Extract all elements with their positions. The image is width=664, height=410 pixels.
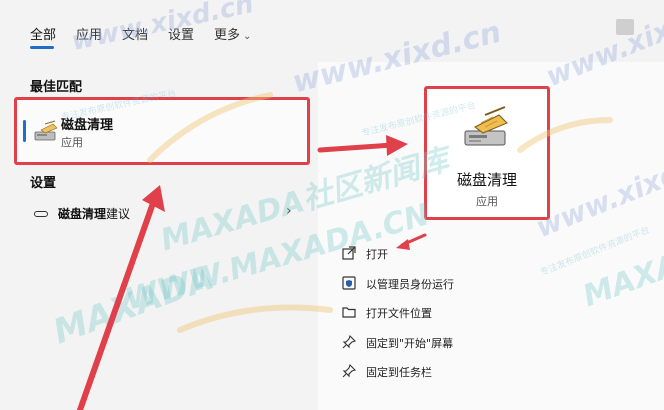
settings-heading: 设置 <box>30 176 57 191</box>
best-match-title: 磁盘清理 <box>61 118 114 133</box>
best-match-heading: 最佳匹配 <box>30 80 83 95</box>
tab-apps[interactable]: 应用 <box>76 24 102 43</box>
admin-shield-icon <box>342 276 356 290</box>
open-icon <box>342 246 356 260</box>
action-open[interactable]: 打开 <box>342 244 642 264</box>
watermark-site4: MAXADA <box>48 257 220 353</box>
disk-cleanup-large-icon <box>461 101 513 151</box>
best-match-subtitle: 应用 <box>61 136 83 149</box>
folder-icon <box>342 307 356 318</box>
tab-documents[interactable]: 文档 <box>122 24 148 43</box>
tab-more-label: 更多 <box>214 28 241 43</box>
profile-icon[interactable] <box>616 19 634 35</box>
active-tab-indicator <box>30 46 54 49</box>
best-match-result[interactable]: 磁盘清理 应用 <box>14 97 310 165</box>
action-pin-to-taskbar[interactable]: 固定到任务栏 <box>342 362 642 382</box>
action-pin-to-start[interactable]: 固定到"开始"屏幕 <box>342 333 642 353</box>
detail-title: 磁盘清理 <box>456 171 517 189</box>
chevron-right-icon[interactable]: › <box>286 203 292 219</box>
settings-result-label-rest: 建议 <box>106 207 131 221</box>
detail-subtitle: 应用 <box>476 195 498 208</box>
chevron-down-icon: ⌄ <box>243 31 252 42</box>
action-open-file-location-label: 打开文件位置 <box>366 307 432 320</box>
tab-settings[interactable]: 设置 <box>168 24 194 43</box>
pin-icon <box>342 335 356 349</box>
toggle-icon <box>34 211 48 217</box>
tab-more[interactable]: 更多 ⌄ <box>214 24 251 43</box>
app-detail-card: 磁盘清理 应用 <box>424 86 550 220</box>
selection-accent <box>23 120 26 142</box>
settings-result-label-bold: 磁盘清理 <box>58 207 107 221</box>
tab-all[interactable]: 全部 <box>30 24 56 43</box>
search-tabs: 全部 应用 文档 设置 更多 ⌄ <box>0 0 664 60</box>
settings-result-disk-cleanup[interactable]: 磁盘清理建议 › <box>30 203 300 225</box>
action-open-file-location[interactable]: 打开文件位置 <box>342 303 642 323</box>
action-run-as-admin-label: 以管理员身份运行 <box>366 278 454 291</box>
action-open-label: 打开 <box>366 248 388 261</box>
action-pin-to-taskbar-label: 固定到任务栏 <box>366 366 432 379</box>
settings-result-label: 磁盘清理建议 <box>58 205 130 222</box>
pin-icon <box>342 364 356 378</box>
disk-cleanup-icon <box>33 118 59 144</box>
action-run-as-admin[interactable]: 以管理员身份运行 <box>342 274 642 294</box>
action-pin-to-start-label: 固定到"开始"屏幕 <box>366 337 454 350</box>
